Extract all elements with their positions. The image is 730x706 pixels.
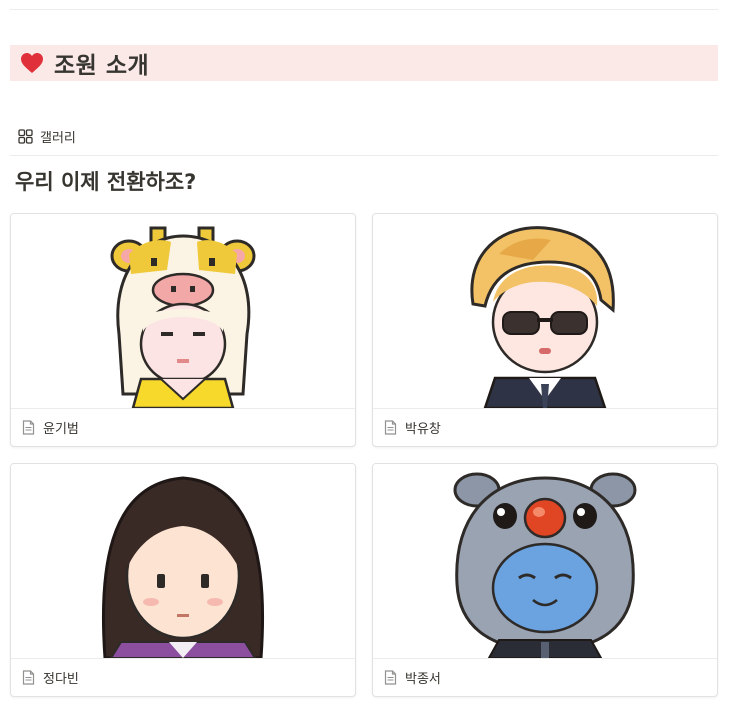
card-title: 정다빈 [43, 672, 79, 687]
heart-icon [21, 53, 43, 73]
page-icon [384, 420, 397, 435]
page-icon [384, 670, 397, 685]
callout-block[interactable]: 조원 소개 [10, 45, 718, 81]
divider [10, 9, 718, 10]
view-label: 갤러리 [40, 130, 76, 146]
card-title: 박종서 [405, 672, 441, 687]
card-cover-image [373, 214, 717, 408]
gallery-grid-icon [18, 128, 33, 144]
gallery-card[interactable]: 정다빈 [10, 463, 356, 697]
reindeer-hood-avatar [453, 472, 637, 658]
divider [10, 155, 718, 156]
callout-title: 조원 소개 [54, 53, 150, 79]
gallery-card[interactable]: 윤기범 [10, 213, 356, 447]
page-icon [22, 420, 35, 435]
long-hair-avatar [101, 476, 265, 658]
page-icon [22, 670, 35, 685]
card-title-row[interactable]: 박종서 [373, 658, 717, 696]
tab-gallery-view[interactable]: 갤러리 [18, 125, 76, 147]
card-title-row[interactable]: 정다빈 [11, 658, 355, 696]
database-title[interactable]: 우리 이제 전환하조? [15, 166, 196, 196]
card-cover-image [11, 464, 355, 658]
blonde-sunglasses-avatar [470, 226, 615, 408]
card-title: 박유창 [405, 422, 441, 437]
card-title: 윤기범 [43, 422, 79, 437]
card-cover-image [11, 214, 355, 408]
gallery-card[interactable]: 박종서 [372, 463, 718, 697]
cow-hood-avatar [110, 226, 256, 408]
card-cover-image [373, 464, 717, 658]
page: 조원 소개 갤러리 우리 이제 전환하조? 윤기범 박유창 정다빈 박종서 [0, 0, 730, 706]
card-title-row[interactable]: 박유창 [373, 408, 717, 446]
card-title-row[interactable]: 윤기범 [11, 408, 355, 446]
gallery-card[interactable]: 박유창 [372, 213, 718, 447]
